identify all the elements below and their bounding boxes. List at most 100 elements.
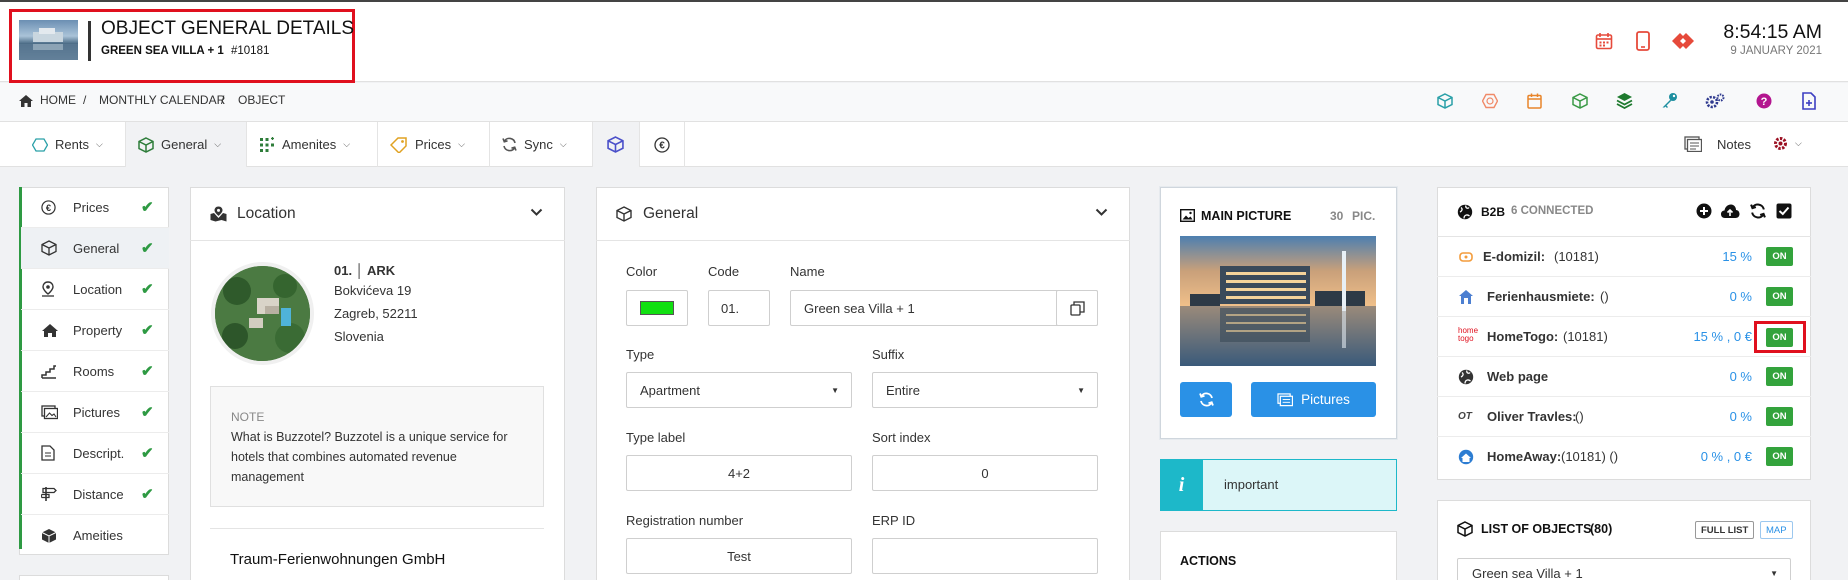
breadcrumb-separator: / bbox=[83, 93, 87, 107]
tab-rents[interactable]: Rents ⌵ bbox=[20, 122, 126, 167]
sidebar-item-pictures[interactable]: Pictures ✔ bbox=[21, 392, 169, 433]
caret-down-icon: ▼ bbox=[1770, 569, 1778, 578]
registration-input[interactable]: Test bbox=[626, 538, 852, 574]
sidebar-item-prices[interactable]: € Prices ✔ bbox=[21, 187, 169, 228]
tab-sync[interactable]: Sync ⌵ bbox=[490, 122, 593, 167]
edomizil-logo-icon bbox=[1459, 251, 1473, 263]
location-divider bbox=[210, 528, 544, 529]
b2b-on-toggle[interactable]: ON bbox=[1766, 247, 1793, 266]
calendar-small-icon[interactable] bbox=[1527, 93, 1542, 109]
b2b-name: E-domizil: bbox=[1483, 249, 1546, 264]
sidebar-item-rooms[interactable]: Rooms ✔ bbox=[21, 351, 169, 392]
full-list-button[interactable]: FULL LIST bbox=[1695, 521, 1755, 539]
mobile-icon[interactable] bbox=[1636, 31, 1650, 51]
check-icon: ✔ bbox=[141, 240, 154, 257]
picture-count: 30 bbox=[1330, 209, 1344, 223]
notes-icon[interactable] bbox=[1684, 136, 1702, 152]
clock-time: 8:54:15 AM bbox=[1723, 21, 1822, 43]
sidebar-item-label: Location bbox=[73, 281, 123, 297]
homeaway-logo-icon bbox=[1458, 449, 1474, 465]
chevron-down-icon[interactable] bbox=[1095, 208, 1108, 217]
b2b-value: 0 % bbox=[1729, 289, 1752, 304]
cube-green-icon[interactable] bbox=[1572, 93, 1588, 109]
sidebar-item-property[interactable]: Property ✔ bbox=[21, 310, 169, 351]
sidebar-item-distance[interactable]: Distance ✔ bbox=[21, 474, 169, 515]
important-label: important bbox=[1224, 477, 1279, 492]
erp-input[interactable] bbox=[872, 538, 1098, 574]
color-picker[interactable] bbox=[626, 290, 688, 326]
breadcrumb-monthly-calendar[interactable]: MONTHLY CALENDAR bbox=[99, 93, 225, 107]
b2b-name: Ferienhausmiete: bbox=[1487, 289, 1595, 304]
b2b-on-toggle[interactable]: ON bbox=[1766, 407, 1793, 426]
cloud-upload-icon[interactable] bbox=[1720, 203, 1740, 219]
sync-icon[interactable] bbox=[1750, 203, 1766, 219]
refresh-picture-button[interactable] bbox=[1180, 382, 1232, 417]
name-input[interactable]: Green sea Villa + 1 bbox=[790, 290, 1098, 326]
location-aerial-image bbox=[211, 262, 314, 365]
chevron-down-icon: ⌵ bbox=[559, 139, 567, 149]
settings-cogs-icon[interactable] bbox=[1705, 93, 1725, 109]
objects-select[interactable]: Green sea Villa + 1 ▼ bbox=[1457, 558, 1791, 580]
company-name: Traum-Ferienwohnungen GmbH bbox=[230, 551, 446, 568]
tab-cube[interactable] bbox=[593, 122, 640, 167]
calendar-icon[interactable] bbox=[1595, 32, 1613, 50]
key-icon[interactable] bbox=[1661, 92, 1678, 109]
b2b-on-toggle[interactable]: ON bbox=[1766, 287, 1793, 306]
checkbox-checked-icon[interactable] bbox=[1776, 203, 1792, 219]
tab-prices[interactable]: Prices ⌵ bbox=[378, 122, 490, 167]
type-label-field-label: Type label bbox=[626, 430, 686, 445]
help-icon[interactable]: ? bbox=[1756, 93, 1772, 109]
add-circle-icon[interactable] bbox=[1696, 203, 1712, 219]
sync-diamond-icon[interactable] bbox=[1672, 32, 1696, 50]
check-icon: ✔ bbox=[141, 445, 154, 462]
check-icon: ✔ bbox=[141, 199, 154, 216]
map-button[interactable]: MAP bbox=[1760, 521, 1793, 539]
b2b-on-toggle[interactable]: ON bbox=[1766, 328, 1793, 347]
pictures-button[interactable]: Pictures bbox=[1251, 382, 1376, 417]
euro-icon: € bbox=[654, 136, 670, 153]
b2b-value: 15 % bbox=[1722, 249, 1752, 264]
name-label: Name bbox=[790, 264, 825, 279]
sidebar-item-location[interactable]: Location ✔ bbox=[21, 269, 169, 310]
sort-index-input[interactable]: 0 bbox=[872, 455, 1098, 491]
registration-label: Registration number bbox=[626, 513, 744, 528]
sidebar-item-description[interactable]: Descript. ✔ bbox=[21, 433, 169, 474]
copy-button[interactable] bbox=[1056, 290, 1098, 326]
tab-euro[interactable]: € bbox=[640, 122, 685, 167]
main-picture-image[interactable] bbox=[1180, 236, 1376, 366]
code-input[interactable]: 01. bbox=[708, 290, 770, 326]
sidebar-item-label: General bbox=[73, 240, 120, 256]
b2b-connected-count: 6 CONNECTED bbox=[1511, 205, 1594, 217]
breadcrumb-object[interactable]: OBJECT bbox=[238, 93, 285, 107]
type-label-input[interactable]: 4+2 bbox=[626, 455, 852, 491]
cube-icon bbox=[41, 240, 69, 256]
layers-icon[interactable] bbox=[1616, 92, 1633, 109]
sidebar-item-general[interactable]: General ✔ bbox=[21, 228, 169, 269]
breadcrumb-home[interactable]: HOME bbox=[40, 93, 76, 107]
color-swatch bbox=[640, 301, 674, 315]
b2b-value: 0 % , 0 € bbox=[1700, 449, 1752, 464]
b2b-id: () bbox=[1575, 409, 1584, 424]
add-document-icon[interactable] bbox=[1801, 92, 1817, 110]
type-select[interactable]: Apartment ▼ bbox=[626, 372, 852, 408]
hexagon-icon[interactable] bbox=[1482, 93, 1498, 109]
b2b-on-toggle[interactable]: ON bbox=[1766, 367, 1793, 386]
settings-dropdown[interactable]: ⌵ bbox=[1772, 135, 1802, 152]
sidebar-item-label: Descript. bbox=[73, 445, 125, 461]
hometogo-logo-icon: home togo bbox=[1458, 327, 1478, 343]
sidebar-item-amenities[interactable]: Ameities bbox=[21, 515, 169, 556]
b2b-on-toggle[interactable]: ON bbox=[1766, 447, 1793, 466]
chevron-down-icon[interactable] bbox=[530, 208, 543, 217]
notes-label[interactable]: Notes bbox=[1717, 137, 1751, 152]
suffix-select[interactable]: Entire ▼ bbox=[872, 372, 1098, 408]
b2b-value: 0 % bbox=[1729, 409, 1752, 424]
tab-general[interactable]: General ⌵ bbox=[126, 122, 247, 167]
location-title: Location bbox=[237, 205, 296, 222]
cube-icon[interactable] bbox=[1437, 93, 1453, 109]
tab-amenities[interactable]: Amenites ⌵ bbox=[247, 122, 378, 167]
breadcrumb-separator: / bbox=[221, 93, 225, 107]
actions-title: ACTIONS bbox=[1180, 554, 1237, 568]
amenities-grid-icon bbox=[259, 136, 275, 153]
info-icon: i bbox=[1160, 459, 1203, 511]
home-icon[interactable] bbox=[19, 95, 33, 107]
